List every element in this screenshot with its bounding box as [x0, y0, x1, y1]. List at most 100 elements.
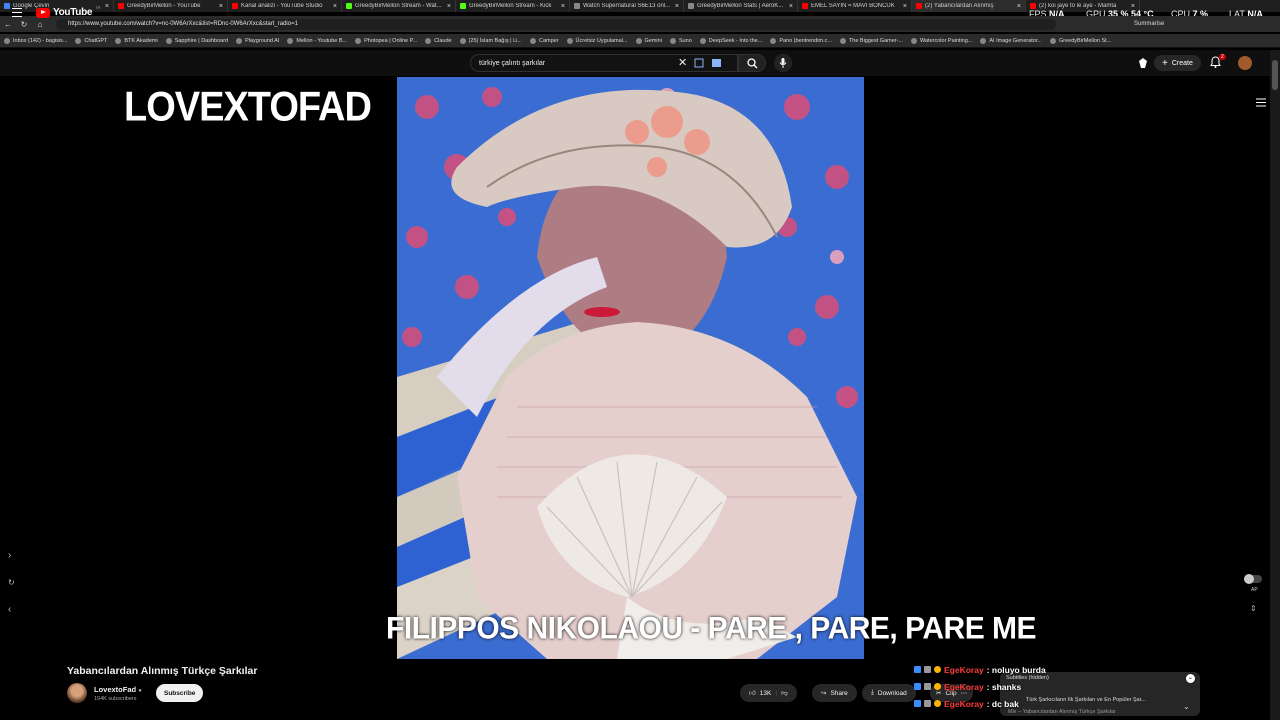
channel-name[interactable]: LovextoFad ●	[94, 685, 142, 694]
page-scrollbar[interactable]	[1270, 50, 1280, 720]
home-icon[interactable]: ⌂	[32, 20, 48, 29]
song-caption: FILIPPOS NIKOLAOU - PARE , PARE, PARE ME	[386, 611, 1037, 646]
bookmark-item[interactable]: Photopea | Online P...	[355, 37, 418, 44]
voice-search-button[interactable]	[774, 54, 792, 72]
bookmark-label: BTK Akademi	[124, 37, 158, 44]
bookmark-item[interactable]: Pano (bentrendim.c...	[770, 37, 832, 44]
reload-icon[interactable]: ↻	[16, 20, 32, 29]
chevron-right-icon[interactable]: ›	[8, 550, 11, 561]
bookmark-item[interactable]: Playground AI	[236, 37, 279, 44]
like-dislike-group: 👍︎ 13K | 👎︎	[740, 684, 797, 702]
chat-username[interactable]: EgeKoray	[944, 682, 984, 692]
browser-tab[interactable]: GreedyBirMellon - YouTube ×	[114, 0, 228, 12]
url-field[interactable]: https://www.youtube.com/watch?v=nc-0W6Ar…	[56, 18, 1056, 30]
browser-tab[interactable]: EMEL SAYIN = MAVİ BONCUK ×	[798, 0, 912, 12]
create-label: Create	[1171, 59, 1193, 67]
tab-title: GreedyBirMellon - YouTube	[127, 3, 201, 9]
tab-favicon-icon	[574, 3, 580, 9]
browser-tab[interactable]: Kanal analizi - YouTube Studio ×	[228, 0, 342, 12]
browser-tab[interactable]: Watch Supernatural S6E13 onl... ×	[570, 0, 684, 12]
bookmark-item[interactable]: (25) İslam Bağış | Li...	[459, 37, 522, 44]
expand-icon[interactable]: ⇕	[1250, 604, 1257, 613]
browser-tab[interactable]: (2) Yabancılardan Alınmış ×	[912, 0, 1026, 12]
bookmark-item[interactable]: Suno	[669, 37, 692, 44]
search-button[interactable]	[738, 54, 766, 72]
summarise-label[interactable]: Summarise	[1134, 21, 1164, 27]
hamburger-menu-icon[interactable]	[12, 8, 22, 17]
chat-username[interactable]: EgeKoray	[944, 699, 984, 709]
bookmark-item[interactable]: ChatGPT	[75, 37, 107, 44]
chat-username[interactable]: EgeKoray	[944, 665, 984, 675]
browser-tab[interactable]: GreedyBirMellon Stream - Wat... ×	[342, 0, 456, 12]
extension-icon[interactable]	[1137, 57, 1149, 69]
bookmark-item[interactable]: Sapphire | Dashboard	[165, 37, 228, 44]
close-tab-icon[interactable]: ×	[333, 3, 337, 10]
bookmark-item[interactable]: The Biggest Gamer-...	[839, 37, 904, 44]
bookmark-item[interactable]: Camper	[529, 37, 559, 44]
back-icon[interactable]: ←	[0, 20, 16, 29]
bookmarks-bar: Inbox (142) - bagisis... ChatGPT BTK Akade…	[0, 34, 1280, 48]
clear-search-icon[interactable]: ✕	[678, 56, 687, 69]
bookmark-item[interactable]: BTK Akademi	[115, 37, 158, 44]
bookmark-label: Photopea | Online P...	[364, 37, 418, 44]
create-button[interactable]: + Create	[1154, 55, 1201, 71]
bookmark-item[interactable]: GreedyBirMellon St...	[1049, 37, 1112, 44]
autoplay-toggle[interactable]	[1244, 574, 1262, 584]
tab-favicon-icon	[802, 3, 808, 9]
tab-title: Watch Supernatural S6E13 onl...	[583, 3, 671, 9]
chevron-left-icon[interactable]: ‹	[8, 604, 11, 615]
like-count[interactable]: 13K	[760, 690, 772, 697]
subscribe-button[interactable]: Subscribe	[156, 684, 204, 702]
close-tab-icon[interactable]: ×	[789, 3, 793, 10]
bookmark-item[interactable]: Inbox (142) - bagisis...	[4, 37, 67, 44]
chevron-down-circle-icon[interactable]: ⌄	[1186, 674, 1195, 683]
chat-mod-icon	[924, 700, 931, 707]
chat-badge-icon	[934, 666, 941, 673]
account-avatar[interactable]	[1238, 56, 1252, 70]
plus-icon: +	[1162, 57, 1168, 69]
subscriber-count: 194K subscribers	[94, 696, 137, 702]
tab-favicon-icon	[460, 3, 466, 9]
url-text: https://www.youtube.com/watch?v=nc-0W6Ar…	[68, 21, 298, 27]
chat-text: : dc bak	[986, 698, 1019, 709]
bookmark-item[interactable]: DeepSeek - Into the...	[699, 37, 763, 44]
close-tab-icon[interactable]: ×	[675, 3, 679, 10]
close-tab-icon[interactable]: ×	[1017, 3, 1021, 10]
bookmark-label: Suno	[678, 37, 692, 44]
bookmark-item[interactable]: Watercolor Painting...	[911, 37, 972, 44]
thumbs-down-icon[interactable]: 👎︎	[781, 689, 788, 697]
bookmark-favicon-icon	[355, 37, 362, 44]
close-tab-icon[interactable]: ×	[105, 3, 109, 10]
youtube-logo[interactable]: YouTube TR	[36, 5, 101, 18]
playlist-menu-icon[interactable]	[1256, 98, 1266, 107]
bookmark-label: The Biggest Gamer-...	[848, 37, 904, 44]
bookmark-label: GreedyBirMellon St...	[1058, 37, 1112, 44]
close-tab-icon[interactable]: ×	[447, 3, 451, 10]
bookmark-item[interactable]: Ücretsiz Uygulamal...	[566, 37, 628, 44]
bookmark-item[interactable]: Gemini	[635, 37, 662, 44]
download-button[interactable]: ⤓ Download	[862, 684, 916, 702]
close-tab-icon[interactable]: ×	[219, 3, 223, 10]
channel-avatar[interactable]	[67, 683, 87, 703]
chat-platform-icon	[914, 683, 921, 690]
bookmark-item[interactable]: AI Image Generator...	[980, 37, 1042, 44]
close-tab-icon[interactable]: ×	[561, 3, 565, 10]
bookmark-label: DeepSeek - Into the...	[708, 37, 763, 44]
browser-tab[interactable]: GreedyBirMellon Stream - Kick ×	[456, 0, 570, 12]
browser-tab[interactable]: GreedyBirMellon Stats | AeroK... ×	[684, 0, 798, 12]
tab-title: GreedyBirMellon Stream - Kick	[469, 3, 552, 9]
thumbs-up-icon[interactable]: 👍︎	[749, 689, 756, 697]
download-icon: ⤓	[871, 689, 874, 696]
bookmark-item[interactable]: Mellon - Youtube B...	[287, 37, 347, 44]
refresh-icon[interactable]: ↻	[8, 578, 15, 587]
keyboard-translate-icon[interactable]	[694, 57, 724, 69]
share-button[interactable]: ↪ Share	[812, 684, 857, 702]
bookmark-label: Ücretsiz Uygulamal...	[575, 37, 628, 44]
chevron-down-icon[interactable]: ⌄	[1183, 702, 1190, 711]
chat-platform-icon	[914, 666, 921, 673]
bookmark-item[interactable]: Claude	[425, 37, 452, 44]
scrollbar-thumb[interactable]	[1272, 60, 1278, 90]
close-tab-icon[interactable]: ×	[903, 3, 907, 10]
tab-title: EMEL SAYIN = MAVİ BONCUK	[811, 3, 895, 9]
bookmark-favicon-icon	[1049, 37, 1056, 44]
